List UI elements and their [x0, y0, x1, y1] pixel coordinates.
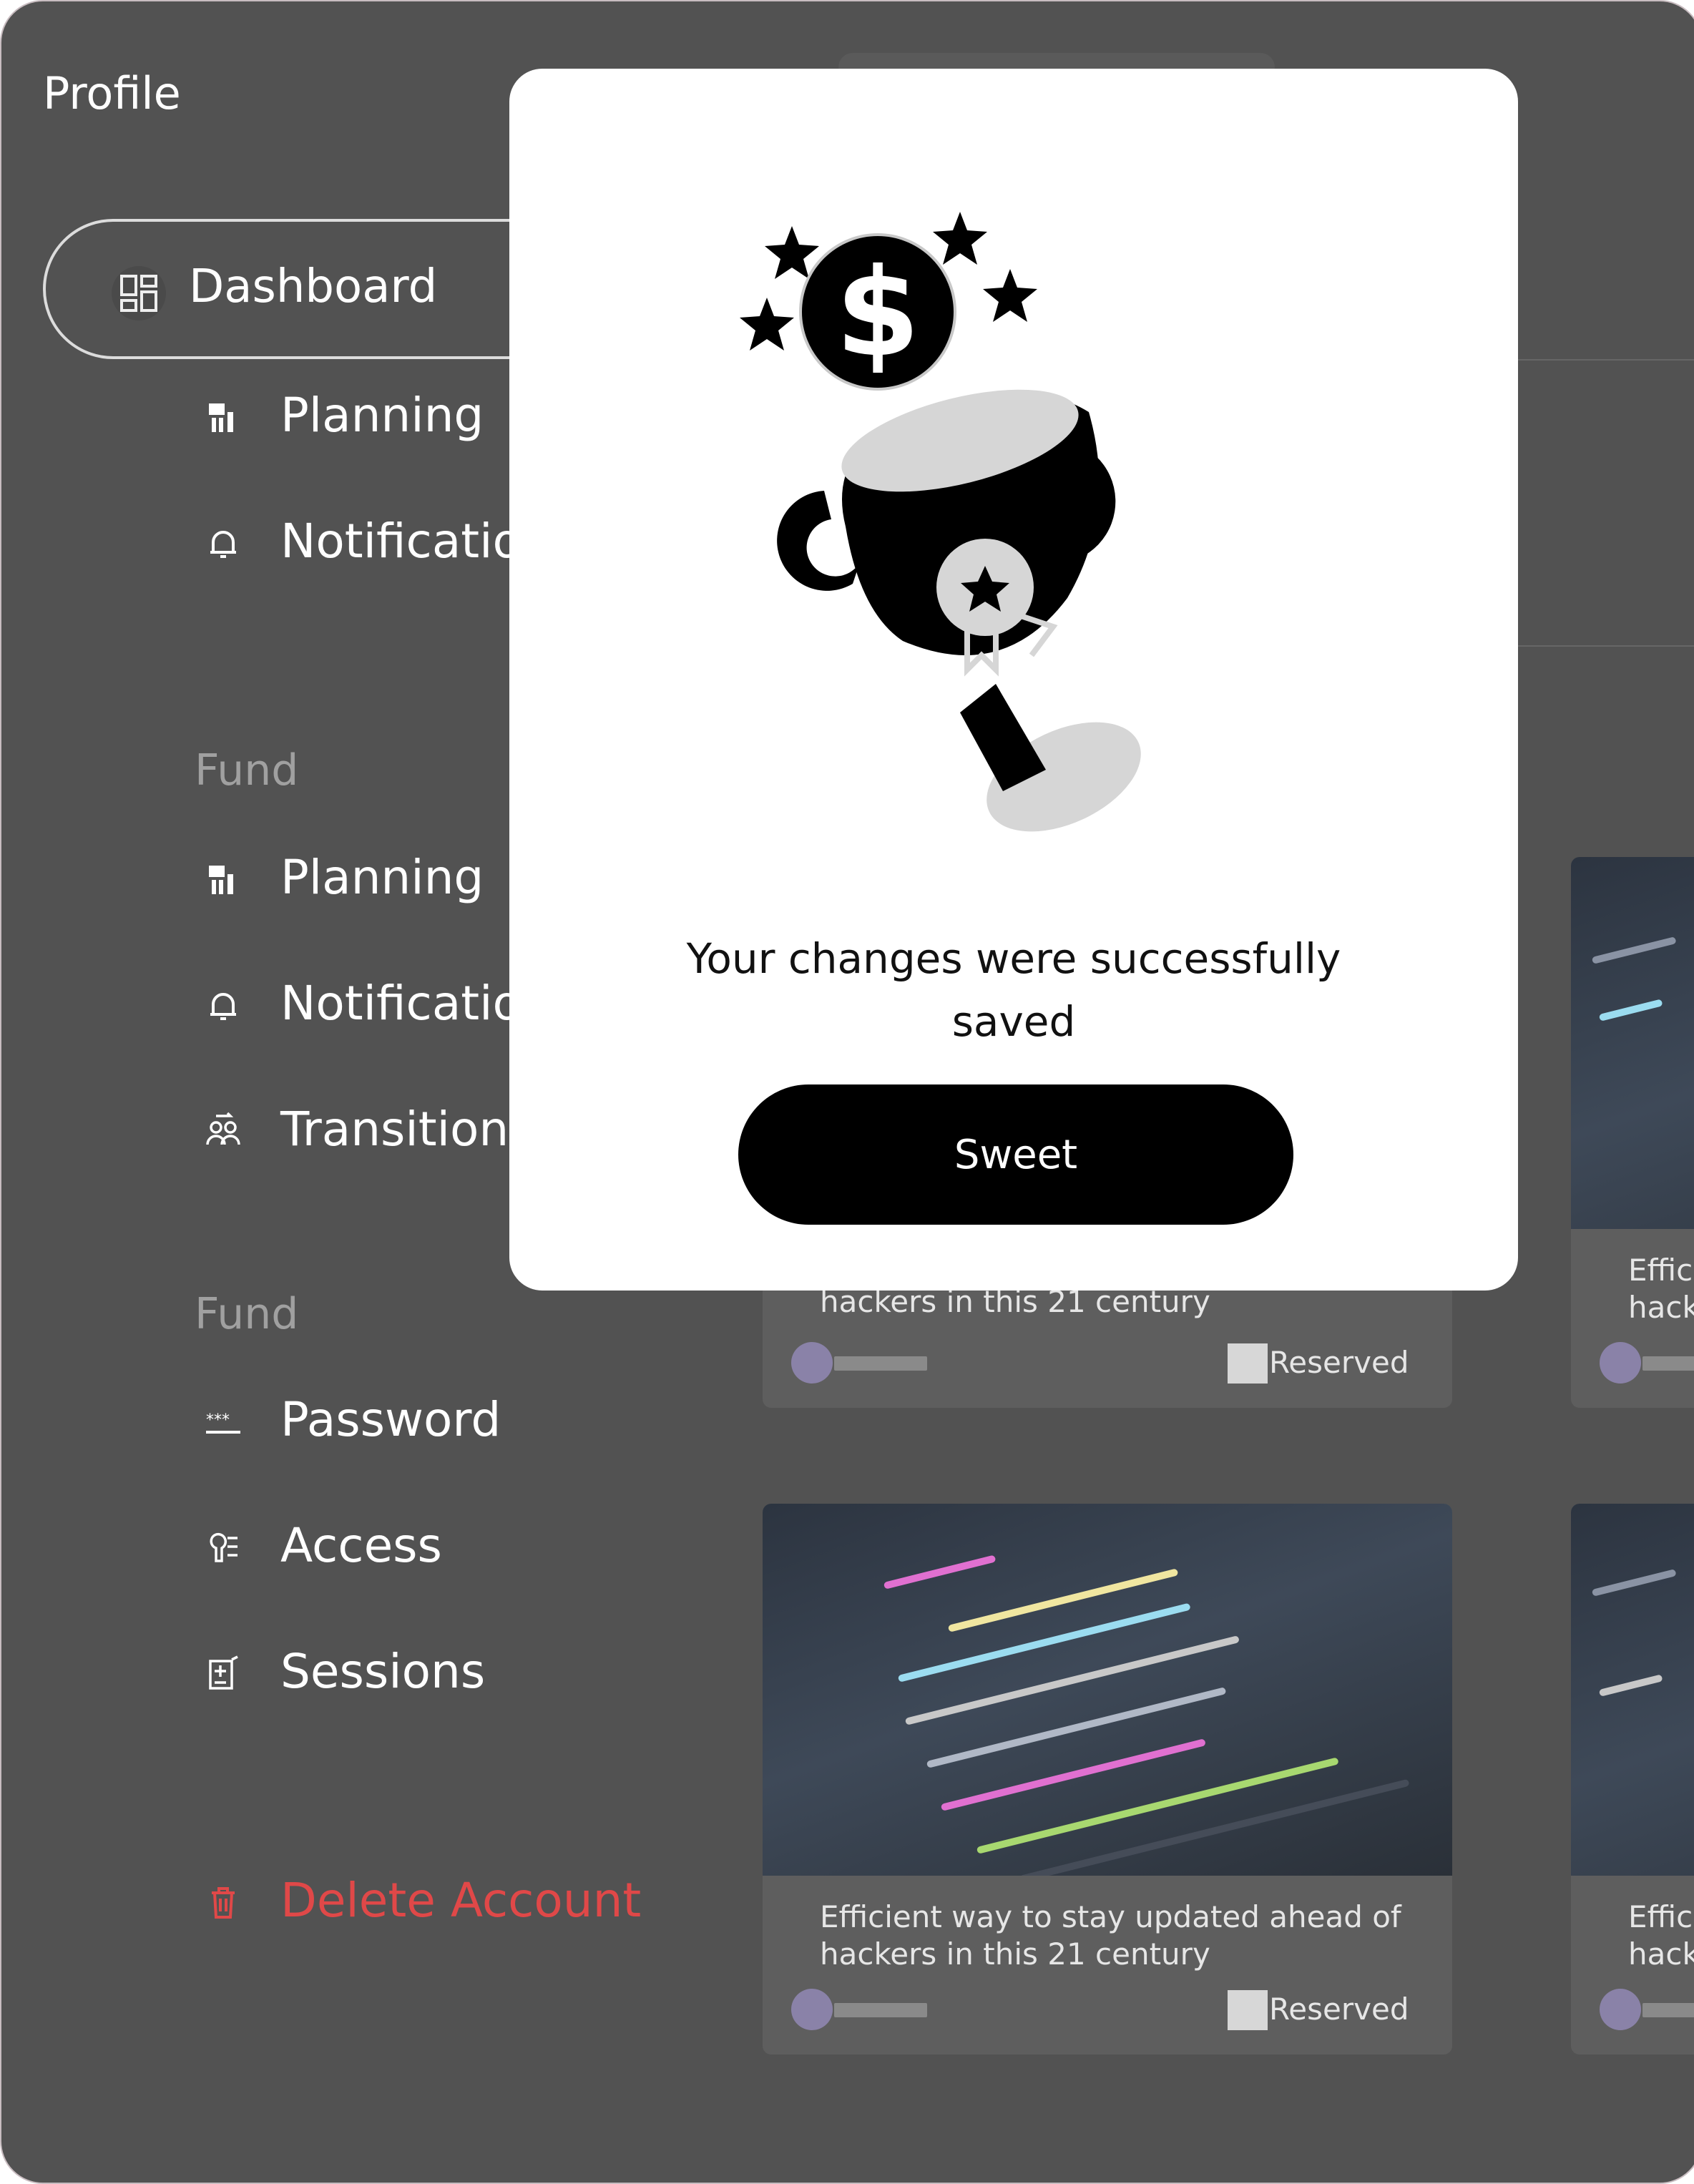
- bell-icon: [210, 531, 236, 558]
- sidebar-item-label: Password: [280, 1392, 501, 1447]
- avatar: [791, 1989, 833, 2030]
- planning-icon: [209, 866, 233, 894]
- sweet-button[interactable]: Sweet: [738, 1084, 1293, 1225]
- sidebar-item-dashboard[interactable]: Dashboard: [43, 219, 587, 359]
- success-message: Your changes were successfully saved: [686, 934, 1341, 1046]
- planning-icon: [209, 403, 233, 432]
- bell-icon: [210, 993, 236, 1020]
- access-icon: [210, 1532, 238, 1562]
- reserved-checkbox[interactable]: [1228, 1990, 1268, 2030]
- sidebar-item-label: Transition: [280, 1102, 509, 1157]
- author-placeholder: [1642, 1356, 1694, 1371]
- users-transfer-icon: [206, 1112, 240, 1145]
- sessions-icon: [209, 1655, 238, 1690]
- section-heading: Fund: [195, 1289, 299, 1339]
- avatar: [1600, 1342, 1641, 1384]
- trash-icon: [212, 1887, 235, 1919]
- article-card[interactable]: Efficient way to stay updated ahead of h…: [763, 1504, 1452, 2055]
- avatar: [1600, 1989, 1641, 2030]
- reserved-checkbox[interactable]: [1228, 1343, 1268, 1384]
- author-placeholder: [834, 1356, 927, 1371]
- sidebar-item-label: Planning: [280, 850, 484, 905]
- author-placeholder: [834, 2003, 927, 2017]
- sidebar-item-label: Sessions: [280, 1644, 486, 1699]
- card-title: Effici hack: [1628, 1253, 1694, 1325]
- sidebar-item-label: Access: [280, 1518, 442, 1573]
- author-placeholder: [1642, 2003, 1694, 2017]
- password-icon: ***: [206, 1411, 240, 1434]
- card-image: [763, 1504, 1452, 1876]
- status-badge: Reserved: [1269, 1345, 1409, 1380]
- card-title: Efficient way to stay updated ahead of h…: [820, 1899, 1401, 1972]
- sidebar-item-label: Dashboard: [189, 260, 438, 313]
- article-card[interactable]: Effici hack: [1571, 857, 1694, 1408]
- card-image: [1571, 857, 1694, 1229]
- delete-account-label: Delete Account: [280, 1873, 642, 1928]
- page-title: Profile: [43, 67, 181, 119]
- article-card[interactable]: Effici hack: [1571, 1504, 1694, 2055]
- card-image: [1571, 1504, 1694, 1876]
- sidebar-item-label: Planning: [280, 388, 484, 443]
- success-modal: $ Your changes were successfully saved S…: [509, 69, 1518, 1291]
- card-title: Effici hack: [1628, 1899, 1694, 1972]
- status-badge: Reserved: [1269, 1992, 1409, 2027]
- trophy-coin-icon: $: [740, 212, 1141, 832]
- svg-text:$: $: [836, 243, 920, 384]
- avatar: [791, 1342, 833, 1384]
- svg-text:***: ***: [206, 1411, 230, 1429]
- dashboard-icon: [112, 266, 166, 320]
- app-frame: Profile Dashboard Planning Notification …: [0, 0, 1694, 2184]
- section-heading: Fund: [195, 745, 299, 795]
